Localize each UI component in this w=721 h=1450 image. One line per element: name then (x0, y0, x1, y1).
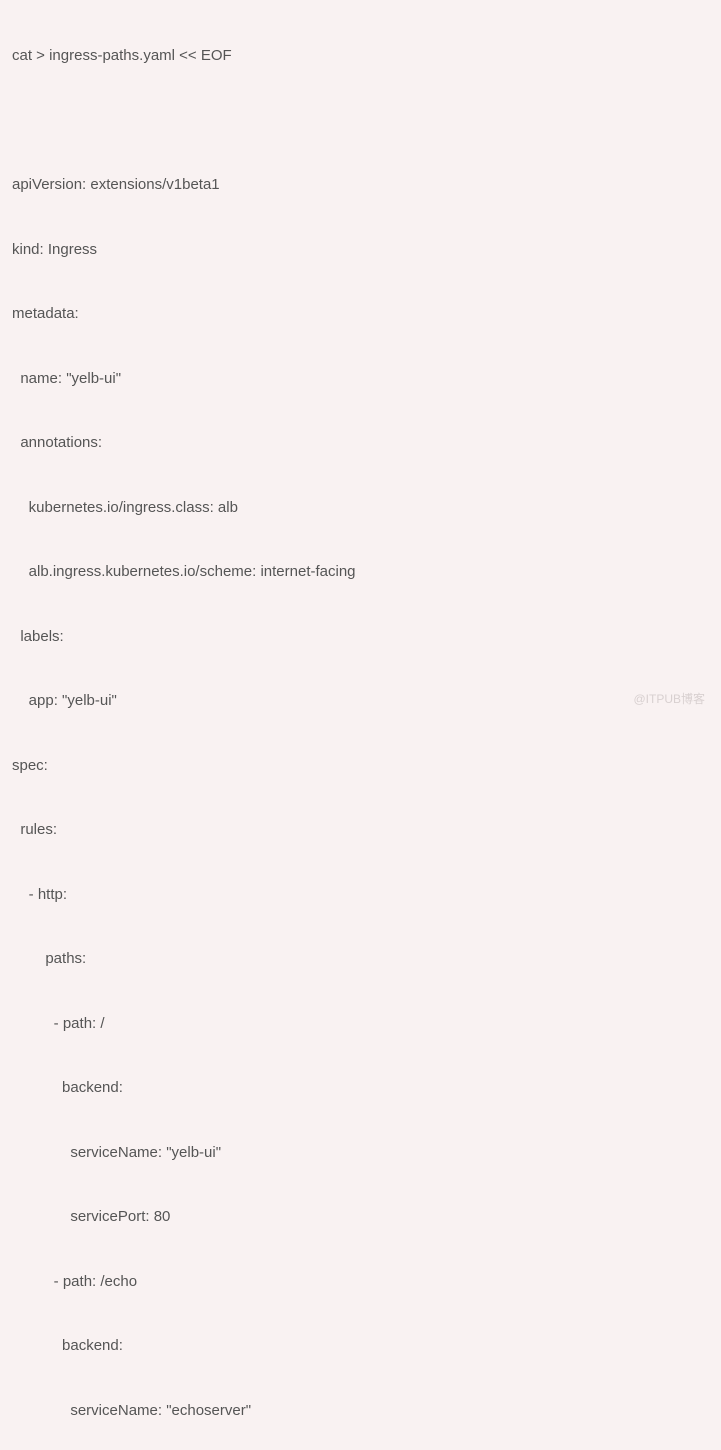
code-line: rules: (12, 814, 709, 846)
code-block: cat > ingress-paths.yaml << EOF apiVersi… (12, 8, 709, 1450)
code-line: spec: (12, 750, 709, 782)
code-line: - http: (12, 879, 709, 911)
code-line (12, 105, 709, 137)
code-line: serviceName: "echoserver" (12, 1395, 709, 1427)
code-line: serviceName: "yelb-ui" (12, 1137, 709, 1169)
code-line: kubernetes.io/ingress.class: alb (12, 492, 709, 524)
code-line: - path: /echo (12, 1266, 709, 1298)
watermark: @ITPUB博客 (633, 687, 705, 713)
code-line: labels: (12, 621, 709, 653)
code-line: paths: (12, 943, 709, 975)
code-line: app: "yelb-ui" (12, 685, 709, 717)
code-line: name: "yelb-ui" (12, 363, 709, 395)
code-line: backend: (12, 1330, 709, 1362)
code-line: alb.ingress.kubernetes.io/scheme: intern… (12, 556, 709, 588)
code-line: cat > ingress-paths.yaml << EOF (12, 40, 709, 72)
code-line: kind: Ingress (12, 234, 709, 266)
code-line: - path: / (12, 1008, 709, 1040)
code-line: servicePort: 80 (12, 1201, 709, 1233)
code-line: backend: (12, 1072, 709, 1104)
code-line: apiVersion: extensions/v1beta1 (12, 169, 709, 201)
code-line: metadata: (12, 298, 709, 330)
code-line: annotations: (12, 427, 709, 459)
